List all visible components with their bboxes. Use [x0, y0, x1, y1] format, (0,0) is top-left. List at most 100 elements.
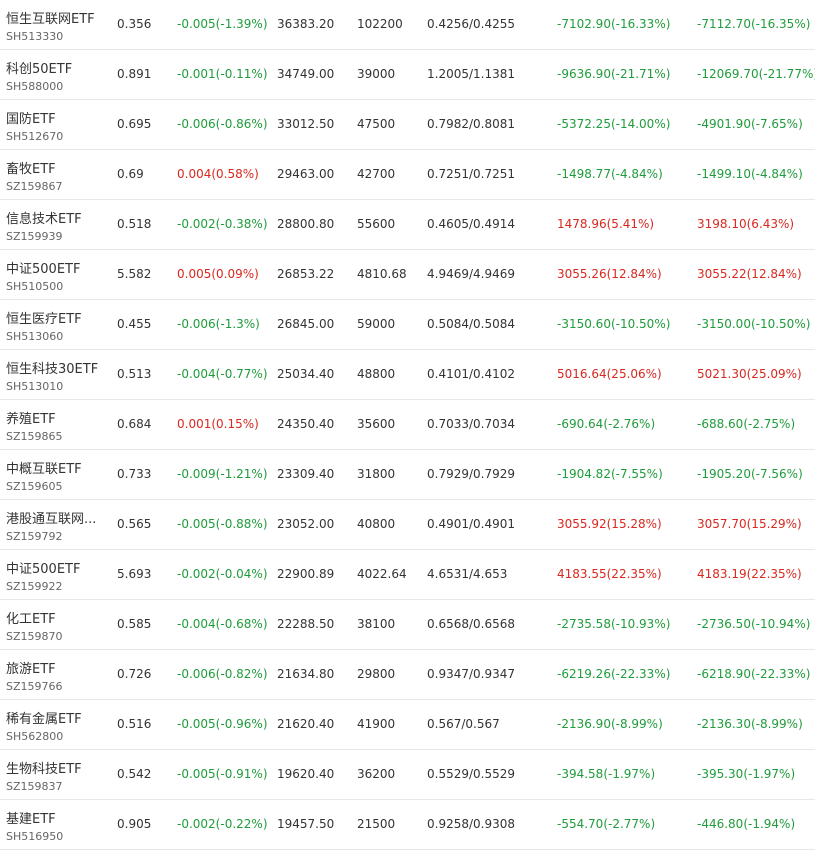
pnl-cell: 5016.64(25.06%): [557, 367, 662, 381]
pnl-cell: -394.58(-1.97%): [557, 767, 656, 781]
name-cell: 港股通互联网... SZ159792: [6, 500, 106, 549]
change-cell: -0.006(-1.3%): [177, 317, 260, 331]
fund-name-link[interactable]: 畜牧ETF: [6, 158, 56, 177]
bidask-cell: 4.6531/4.653: [427, 567, 508, 581]
name-cell: 畜牧ETF SZ159867: [6, 150, 106, 199]
pnl-cell: -2136.90(-8.99%): [557, 717, 663, 731]
volume-cell: 39000: [357, 67, 396, 81]
pnl-total-cell: -4901.90(-7.65%): [697, 117, 803, 131]
fund-name-link[interactable]: 恒生互联网ETF: [6, 8, 95, 27]
volume-cell: 29800: [357, 667, 396, 681]
change-cell: -0.004(-0.77%): [177, 367, 268, 381]
fund-name-link[interactable]: 国防ETF: [6, 108, 56, 127]
fund-name-link[interactable]: 港股通互联网...: [6, 508, 96, 527]
table-row[interactable]: 恒生医疗ETF SH513060 0.455 -0.006(-1.3%) 268…: [0, 300, 815, 350]
change-cell: -0.009(-1.21%): [177, 467, 268, 481]
volume-cell: 4022.64: [357, 567, 407, 581]
amount-cell: 22288.50: [277, 617, 335, 631]
fund-code: SZ159939: [6, 230, 63, 243]
table-row[interactable]: 国防ETF SH512670 0.695 -0.006(-0.86%) 3301…: [0, 100, 815, 150]
table-row[interactable]: 港股通互联网... SZ159792 0.565 -0.005(-0.88%) …: [0, 500, 815, 550]
fund-name-link[interactable]: 基建ETF: [6, 808, 56, 827]
pnl-total-cell: 5021.30(25.09%): [697, 367, 802, 381]
change-cell: -0.006(-0.82%): [177, 667, 268, 681]
fund-code: SZ159867: [6, 180, 63, 193]
fund-name-link[interactable]: 恒生科技30ETF: [6, 358, 98, 377]
amount-cell: 34749.00: [277, 67, 335, 81]
pnl-total-cell: -1905.20(-7.56%): [697, 467, 803, 481]
price-cell: 0.356: [117, 17, 152, 31]
price-cell: 0.585: [117, 617, 152, 631]
fund-name-link[interactable]: 中概互联ETF: [6, 458, 82, 477]
name-cell: 中概互联ETF SZ159605: [6, 450, 106, 499]
name-cell: 养殖ETF SZ159865: [6, 400, 106, 449]
pnl-cell: -9636.90(-21.71%): [557, 67, 671, 81]
table-row[interactable]: 中证500ETF SZ159922 5.693 -0.002(-0.04%) 2…: [0, 550, 815, 600]
bidask-cell: 0.7251/0.7251: [427, 167, 516, 181]
table-row[interactable]: 养殖ETF SZ159865 0.684 0.001(0.15%) 24350.…: [0, 400, 815, 450]
table-row[interactable]: 畜牧ETF SZ159867 0.69 0.004(0.58%) 29463.0…: [0, 150, 815, 200]
table-row[interactable]: 旅游ETF SZ159766 0.726 -0.006(-0.82%) 2163…: [0, 650, 815, 700]
name-cell: 中证500ETF SZ159922: [6, 550, 106, 599]
fund-name-link[interactable]: 中证500ETF: [6, 258, 80, 277]
name-cell: 恒生互联网ETF SH513330: [6, 0, 106, 49]
fund-name-link[interactable]: 生物科技ETF: [6, 758, 82, 777]
amount-cell: 33012.50: [277, 117, 335, 131]
fund-name-link[interactable]: 稀有金属ETF: [6, 708, 82, 727]
pnl-total-cell: 3057.70(15.29%): [697, 517, 802, 531]
change-cell: -0.004(-0.68%): [177, 617, 268, 631]
table-row[interactable]: 恒生科技30ETF SH513010 0.513 -0.004(-0.77%) …: [0, 350, 815, 400]
fund-code: SZ159766: [6, 680, 63, 693]
fund-name-link[interactable]: 科创50ETF: [6, 58, 72, 77]
amount-cell: 23052.00: [277, 517, 335, 531]
change-cell: -0.002(-0.38%): [177, 217, 268, 231]
bidask-cell: 0.9258/0.9308: [427, 817, 516, 831]
table-row[interactable]: 科创50ETF SH588000 0.891 -0.001(-0.11%) 34…: [0, 50, 815, 100]
amount-cell: 25034.40: [277, 367, 335, 381]
change-cell: 0.005(0.09%): [177, 267, 259, 281]
fund-name-link[interactable]: 旅游ETF: [6, 658, 56, 677]
change-cell: -0.002(-0.04%): [177, 567, 268, 581]
price-cell: 0.455: [117, 317, 152, 331]
fund-code: SZ159865: [6, 430, 63, 443]
fund-name-link[interactable]: 中证500ETF: [6, 558, 80, 577]
pnl-cell: -2735.58(-10.93%): [557, 617, 671, 631]
fund-name-link[interactable]: 化工ETF: [6, 608, 56, 627]
pnl-cell: -554.70(-2.77%): [557, 817, 656, 831]
table-row[interactable]: 中证500ETF SH510500 5.582 0.005(0.09%) 268…: [0, 250, 815, 300]
amount-cell: 19457.50: [277, 817, 335, 831]
pnl-total-cell: -2736.50(-10.94%): [697, 617, 811, 631]
name-cell: 稀有金属ETF SH562800: [6, 700, 106, 749]
fund-code: SZ159837: [6, 780, 63, 793]
table-row[interactable]: 中概互联ETF SZ159605 0.733 -0.009(-1.21%) 23…: [0, 450, 815, 500]
amount-cell: 26845.00: [277, 317, 335, 331]
fund-name-link[interactable]: 信息技术ETF: [6, 208, 82, 227]
price-cell: 0.684: [117, 417, 152, 431]
pnl-cell: 3055.92(15.28%): [557, 517, 662, 531]
table-row[interactable]: 化工ETF SZ159870 0.585 -0.004(-0.68%) 2228…: [0, 600, 815, 650]
table-row[interactable]: 稀有金属ETF SH562800 0.516 -0.005(-0.96%) 21…: [0, 700, 815, 750]
table-row[interactable]: 信息技术ETF SZ159939 0.518 -0.002(-0.38%) 28…: [0, 200, 815, 250]
bidask-cell: 0.9347/0.9347: [427, 667, 516, 681]
bidask-cell: 0.4256/0.4255: [427, 17, 516, 31]
bidask-cell: 1.2005/1.1381: [427, 67, 516, 81]
price-cell: 0.891: [117, 67, 152, 81]
change-cell: -0.006(-0.86%): [177, 117, 268, 131]
bidask-cell: 0.7929/0.7929: [427, 467, 516, 481]
volume-cell: 21500: [357, 817, 396, 831]
table-row[interactable]: 生物科技ETF SZ159837 0.542 -0.005(-0.91%) 19…: [0, 750, 815, 800]
bidask-cell: 0.5529/0.5529: [427, 767, 516, 781]
price-cell: 0.726: [117, 667, 152, 681]
pnl-total-cell: -3150.00(-10.50%): [697, 317, 811, 331]
fund-name-link[interactable]: 恒生医疗ETF: [6, 308, 82, 327]
pnl-total-cell: 4183.19(22.35%): [697, 567, 802, 581]
table-row[interactable]: 恒生互联网ETF SH513330 0.356 -0.005(-1.39%) 3…: [0, 0, 815, 50]
pnl-total-cell: 3055.22(12.84%): [697, 267, 802, 281]
change-cell: 0.004(0.58%): [177, 167, 259, 181]
name-cell: 恒生科技30ETF SH513010: [6, 350, 106, 399]
fund-name-link[interactable]: 养殖ETF: [6, 408, 56, 427]
bidask-cell: 0.4101/0.4102: [427, 367, 516, 381]
pnl-total-cell: -688.60(-2.75%): [697, 417, 796, 431]
table-row[interactable]: 基建ETF SH516950 0.905 -0.002(-0.22%) 1945…: [0, 800, 815, 850]
amount-cell: 21634.80: [277, 667, 335, 681]
